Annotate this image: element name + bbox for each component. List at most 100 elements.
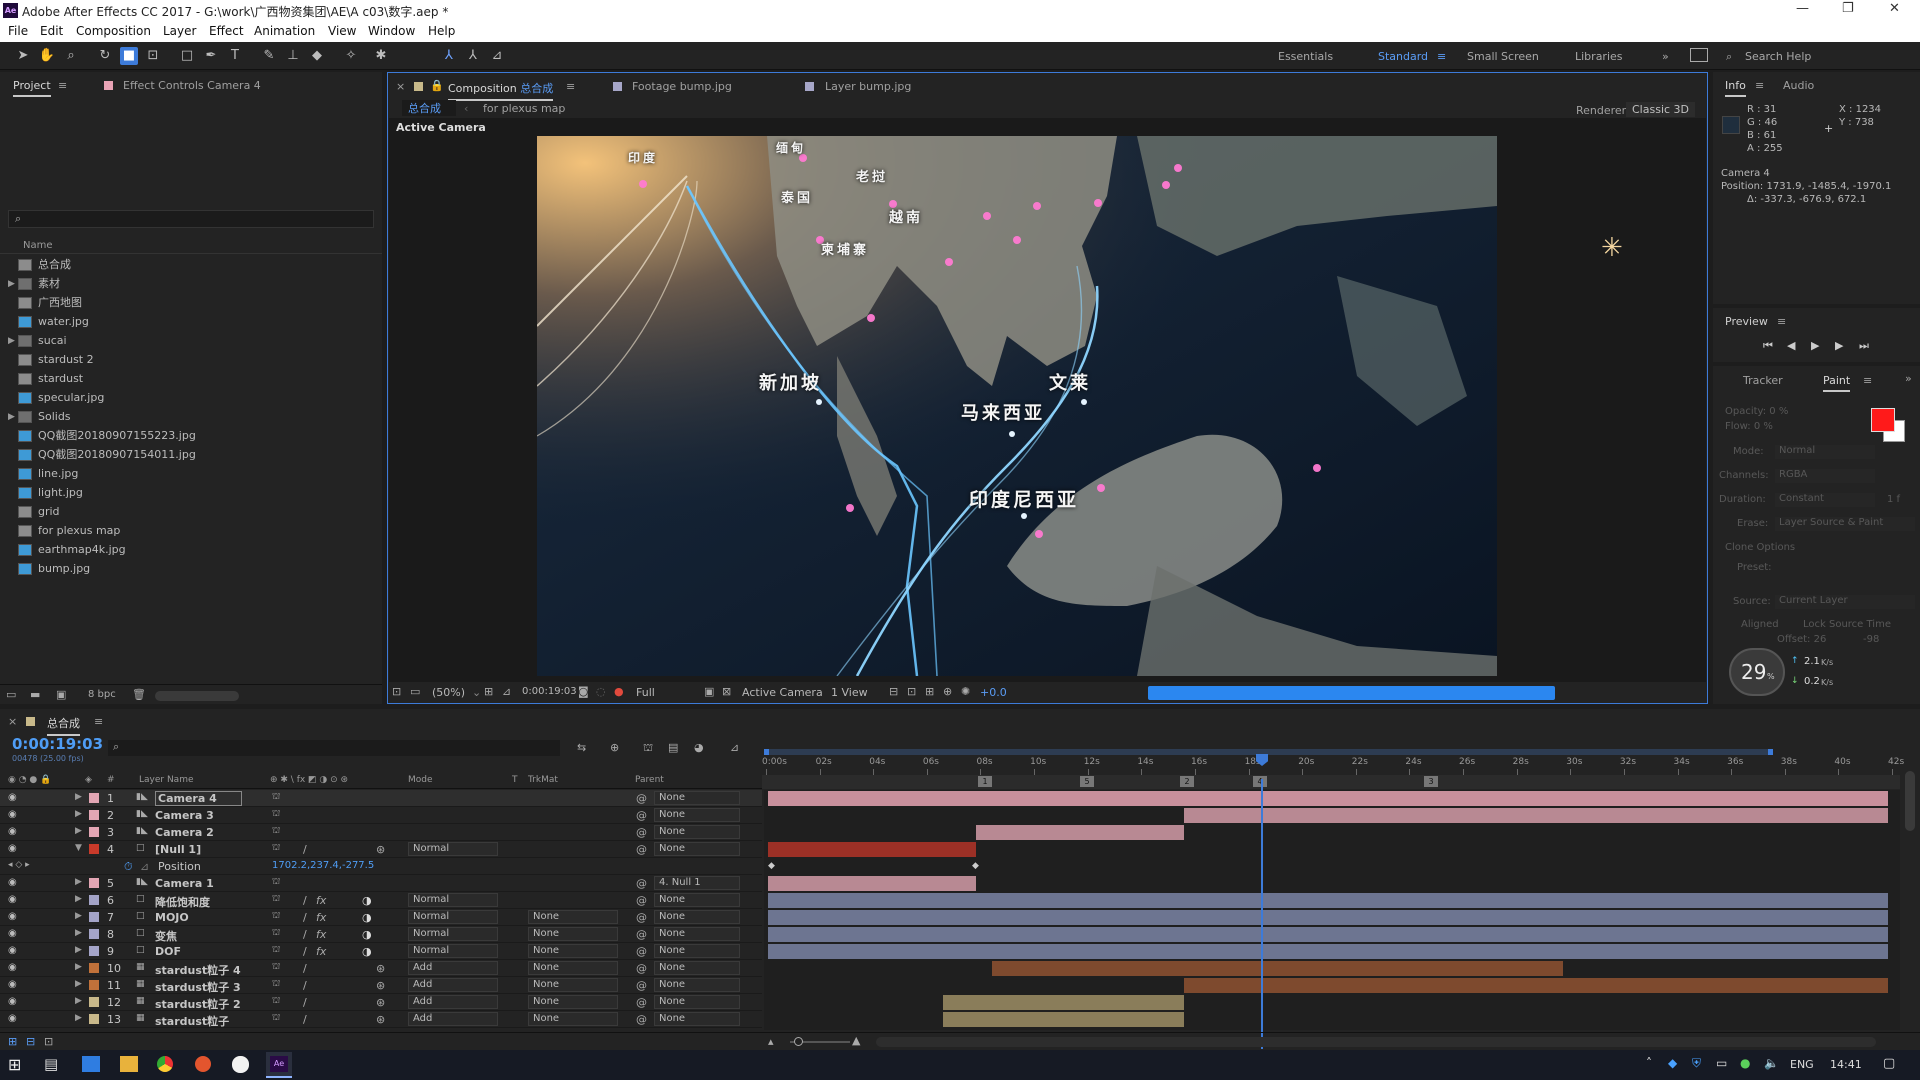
tracker-tab[interactable]: Tracker (1743, 374, 1783, 387)
layer-row[interactable]: ◉ ▶ 5 ▮◣ Camera 1 ⛫ @4. Null 1 (0, 875, 762, 892)
fx-switch-icon[interactable]: fx (316, 945, 326, 958)
layer-name[interactable]: stardust粒子 3 (155, 979, 241, 995)
comp-marker[interactable]: 2 (1180, 776, 1194, 787)
visibility-eye-icon[interactable]: ◉ (8, 996, 17, 1007)
parent-dropdown[interactable]: None (654, 825, 740, 839)
reset-exposure-icon[interactable]: ✺ (961, 685, 970, 698)
show-snapshot-icon[interactable]: ◌ (596, 685, 606, 698)
visibility-eye-icon[interactable]: ◉ (8, 809, 17, 820)
name-column-header[interactable]: Name (23, 240, 53, 251)
layer-label-swatch[interactable] (89, 1014, 99, 1024)
breadcrumb-current[interactable]: 总合成 (402, 100, 456, 116)
parent-dropdown[interactable]: None (654, 910, 740, 924)
shy-switch-icon[interactable]: ⛫ (272, 911, 280, 922)
layer-tab[interactable]: Layer bump.jpg (825, 80, 911, 93)
layer-label-swatch[interactable] (89, 895, 99, 905)
bit-depth-button[interactable]: 8 bpc (88, 689, 116, 700)
shield-tray-icon[interactable]: ⛨ (1692, 1056, 1701, 1071)
layer-twirl-icon[interactable]: ▶ (75, 1013, 82, 1023)
first-frame-icon[interactable]: ⏮ (1763, 339, 1773, 353)
layer-duration-bar[interactable] (942, 995, 1184, 1010)
layer-label-swatch[interactable] (89, 793, 99, 803)
workspace-standard[interactable]: Standard (1378, 50, 1428, 63)
roto-brush-tool-icon[interactable]: ✧ (342, 47, 360, 65)
project-item[interactable]: bump.jpg (18, 560, 382, 578)
fx-switch-icon[interactable]: fx (316, 911, 326, 924)
zoom-in-icon[interactable]: ▲ (852, 1034, 860, 1047)
clone-stamp-tool-icon[interactable]: ⊥ (284, 47, 302, 65)
toggle-modes-icon[interactable]: ⊟ (26, 1035, 35, 1048)
local-axis-icon[interactable]: ⅄ (440, 47, 458, 65)
layer-twirl-icon[interactable]: ▶ (75, 911, 82, 921)
work-area-end[interactable] (1768, 749, 1773, 755)
parent-pickwhip-icon[interactable]: @ (636, 894, 647, 907)
project-item[interactable]: line.jpg (18, 465, 382, 483)
project-search-input[interactable]: ⌕ (8, 210, 374, 228)
layer-row[interactable]: ◉ ▶ 10 ▦ stardust粒子 4 ⛫ / ⊛ Add None @ None (0, 960, 762, 977)
layer-name[interactable]: stardust粒子 4 (155, 962, 241, 978)
shy-switch-icon[interactable]: ⛫ (272, 877, 280, 888)
layer-name[interactable]: stardust粒子 2 (155, 996, 241, 1012)
menu-window[interactable]: Window (368, 24, 415, 38)
graph-icon[interactable]: ⊿ (140, 860, 149, 873)
layer-name-column-header[interactable]: Layer Name (139, 775, 194, 785)
after-effects-taskbar-button[interactable]: Ae (266, 1052, 292, 1078)
trkmat-dropdown[interactable]: None (528, 961, 618, 975)
project-item[interactable]: ▶ sucai (8, 332, 382, 350)
pen-tool-icon[interactable]: ✒ (202, 47, 220, 65)
new-comp-icon[interactable]: ▣ (56, 688, 66, 701)
layer-duration-bar[interactable] (768, 842, 977, 857)
shy-layers-icon[interactable]: ⛫ (643, 741, 653, 756)
toggle-mask-icon[interactable]: ⊠ (722, 685, 731, 698)
layer-row[interactable]: ◉ ▶ 8 □ 变焦 ⛫ / fx ◑ Normal None @ None (0, 926, 762, 943)
graph-editor-icon[interactable]: ⊿ (730, 741, 739, 754)
layer-name[interactable]: Camera 4 (155, 791, 242, 806)
pan-behind-tool-icon[interactable]: ⊡ (144, 47, 162, 65)
project-item[interactable]: ▶ Solids (8, 408, 382, 426)
keyframe-nav-icon[interactable]: ◂ ◇ ▸ (8, 860, 30, 870)
timeline-tab-menu-icon[interactable]: ≡ (94, 715, 103, 728)
layer-duration-bar[interactable] (1183, 808, 1888, 823)
network-tray-icon[interactable]: ▭ (1716, 1056, 1727, 1070)
timeline-tab[interactable]: 总合成 (47, 715, 80, 736)
visibility-eye-icon[interactable]: ◉ (8, 1013, 17, 1024)
keyframe-icon[interactable]: ◆ (768, 861, 775, 871)
parent-pickwhip-icon[interactable]: @ (636, 826, 647, 839)
layer-label-swatch[interactable] (89, 929, 99, 939)
toggle-pixel-aspect-icon[interactable]: ⊟ (889, 685, 898, 698)
3d-layer-icon[interactable]: ⊛ (376, 996, 385, 1009)
layer-row[interactable]: ◉ ▶ 3 ▮◣ Camera 2 ⛫ @ None (0, 824, 762, 841)
stopwatch-icon[interactable]: ⏱ (124, 860, 133, 874)
brush-tool-icon[interactable]: ✎ (260, 47, 278, 65)
type-tool-icon[interactable]: T (226, 47, 244, 65)
fast-preview-icon[interactable]: ▣ (704, 685, 714, 698)
layer-mode-dropdown[interactable]: Add (408, 978, 498, 992)
parent-pickwhip-icon[interactable]: @ (636, 996, 647, 1009)
parent-dropdown[interactable]: None (654, 944, 740, 958)
layer-mode-dropdown[interactable]: Normal (408, 893, 498, 907)
time-ruler[interactable]: 0:00s 02s 04s 06s 08s 10s 12s 14s 16s 18s 20s 22s 24… (762, 735, 1904, 791)
timeline-search-input[interactable]: ⌕ (108, 740, 560, 756)
play-icon[interactable]: ▶ (1811, 339, 1819, 352)
chrome-icon[interactable] (157, 1056, 173, 1072)
shy-switch-icon[interactable]: ⛫ (272, 792, 280, 803)
shy-switch-icon[interactable]: ⛫ (272, 809, 280, 820)
trkmat-dropdown[interactable]: None (528, 995, 618, 1009)
layer-label-swatch[interactable] (89, 997, 99, 1007)
visibility-eye-icon[interactable]: ◉ (8, 928, 17, 939)
project-item[interactable]: specular.jpg (18, 389, 382, 407)
expand-triangle-icon[interactable]: ▶ (8, 275, 15, 293)
zoom-out-icon[interactable]: ▴ (768, 1035, 774, 1048)
snapshot-icon[interactable]: ◙ (578, 685, 589, 698)
parent-pickwhip-icon[interactable]: @ (636, 843, 647, 856)
zoom-slider-thumb[interactable] (794, 1037, 803, 1046)
visibility-eye-icon[interactable]: ◉ (8, 843, 17, 854)
puppet-tool-icon[interactable]: ✱ (372, 47, 390, 65)
workspace-small-screen[interactable]: Small Screen (1467, 50, 1539, 63)
adjustment-layer-icon[interactable]: ◑ (362, 928, 372, 941)
layer-mode-dropdown[interactable]: Add (408, 995, 498, 1009)
interpret-footage-icon[interactable]: ▭ (6, 688, 16, 701)
footage-tab[interactable]: Footage bump.jpg (632, 80, 732, 93)
quality-switch-icon[interactable]: / (303, 945, 307, 958)
layer-row[interactable]: ◉ ▶ 7 □ MOJO ⛫ / fx ◑ Normal None @ None (0, 909, 762, 926)
